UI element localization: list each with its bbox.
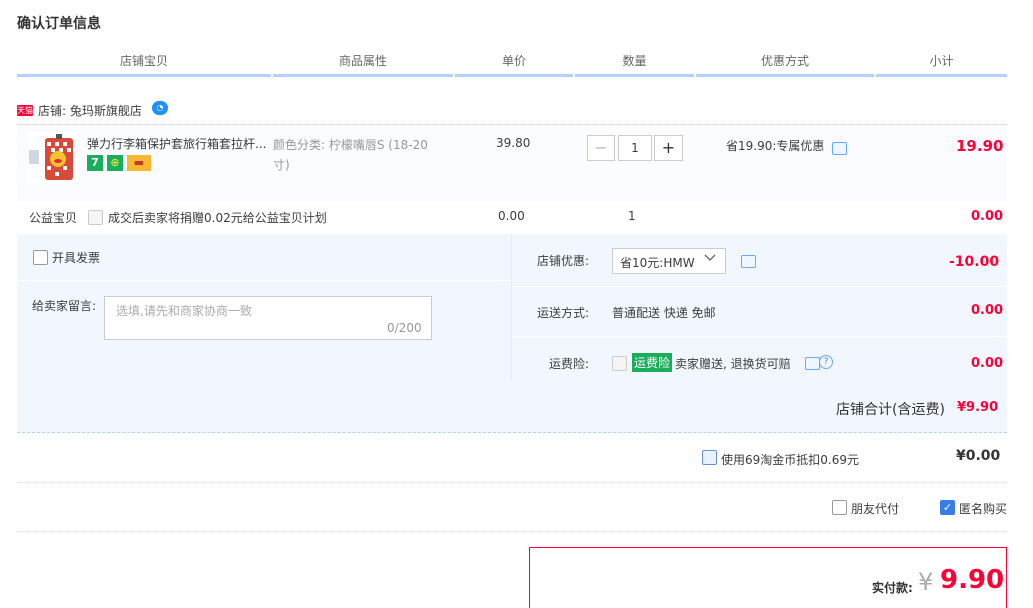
- divider: [512, 336, 1007, 337]
- charity-checkbox: [88, 210, 103, 225]
- divider: [17, 482, 1007, 483]
- page-title: 确认订单信息: [17, 16, 101, 32]
- divider: [17, 280, 511, 281]
- insurance-comment-icon[interactable]: [805, 357, 820, 370]
- insurance-label: 运费险:: [549, 357, 590, 371]
- charity-label: 公益宝贝: [29, 211, 78, 225]
- shop-total-value: ¥9.90: [957, 400, 999, 415]
- charity-qty: 1: [628, 209, 636, 223]
- promo-text: 省19.90:专属优惠: [726, 139, 825, 153]
- item-subtotal: 19.90: [956, 137, 1004, 155]
- shop-discount-selected: 省10元:HMW: [620, 256, 695, 270]
- invoice-label: 开具发票: [52, 251, 101, 265]
- invoice-checkbox[interactable]: [33, 250, 48, 265]
- product-attr-line1: 颜色分类: 柠檬嘴唇S (18-20: [273, 138, 428, 152]
- discount-comment-icon[interactable]: [741, 255, 756, 268]
- seven-day-return-icon: 7: [87, 155, 103, 171]
- unit-price: 39.80: [496, 136, 531, 150]
- col-header-qty: 数量: [575, 52, 694, 77]
- divider: [17, 531, 1007, 532]
- shop-total-label: 店铺合计(含运费): [836, 402, 945, 418]
- chat-wangwang-icon[interactable]: ◔: [152, 101, 168, 115]
- credit-card-icon: ▬: [127, 155, 151, 171]
- coins-value: ¥0.00: [956, 448, 1001, 464]
- friend-pay-checkbox[interactable]: [832, 500, 847, 515]
- promo-comment-icon[interactable]: [832, 142, 847, 155]
- product-attr-line2: 寸): [273, 158, 290, 172]
- pay-amount: 9.90: [940, 565, 1005, 595]
- payment-summary-box: [529, 547, 1007, 608]
- shop-discount-value: -10.00: [949, 254, 1000, 270]
- message-placeholder: 选填,请先和商家协商一致: [116, 304, 252, 318]
- insurance-tag: 运费险: [632, 353, 673, 372]
- shipping-label: 运送方式:: [537, 306, 590, 320]
- insurance-text: 卖家赠送, 退换货可赔: [675, 357, 791, 371]
- col-header-subtotal: 小计: [876, 52, 1007, 77]
- shop-name-link[interactable]: 店铺: 兔玛斯旗舰店: [38, 102, 142, 119]
- pay-label: 实付款:: [872, 581, 913, 595]
- anonymous-label: 匿名购买: [959, 502, 1008, 516]
- charity-price: 0.00: [498, 209, 525, 223]
- coins-checkbox[interactable]: [702, 450, 717, 465]
- chevron-down-icon: [704, 251, 716, 266]
- col-header-price: 单价: [455, 52, 573, 77]
- pay-currency: ¥: [918, 568, 934, 596]
- col-header-discount: 优惠方式: [696, 52, 874, 77]
- col-header-attr: 商品属性: [273, 52, 453, 77]
- message-counter: 0/200: [387, 321, 422, 335]
- qty-input[interactable]: 1: [618, 135, 652, 161]
- charity-text: 成交后卖家将捐赠0.02元给公益宝贝计划: [108, 211, 327, 225]
- product-title-link[interactable]: 弹力行李箱保护套旅行箱套拉杆...: [87, 135, 267, 152]
- shop-discount-label: 店铺优惠:: [537, 254, 590, 268]
- insurance-checkbox: [612, 356, 627, 371]
- tmall-badge: 天猫: [17, 105, 33, 116]
- divider: [512, 286, 1007, 287]
- insurance-value: 0.00: [971, 356, 1004, 371]
- message-label: 给卖家留言:: [32, 299, 97, 313]
- qty-plus-button[interactable]: +: [654, 135, 683, 161]
- friend-pay-label: 朋友代付: [851, 502, 900, 516]
- shipping-text: 普通配送 快递 免邮: [612, 306, 716, 320]
- shipping-value: 0.00: [971, 303, 1004, 318]
- col-header-item: 店铺宝贝: [17, 52, 271, 77]
- guarantee-icon: ⊕: [107, 155, 123, 171]
- qty-minus-button[interactable]: −: [587, 135, 615, 161]
- anonymous-checkbox[interactable]: ✓: [940, 500, 955, 515]
- help-icon[interactable]: ?: [819, 355, 833, 369]
- charity-subtotal: 0.00: [971, 209, 1004, 224]
- product-thumbnail[interactable]: [27, 132, 79, 184]
- coins-label: 使用69淘金币抵扣0.69元: [721, 453, 859, 467]
